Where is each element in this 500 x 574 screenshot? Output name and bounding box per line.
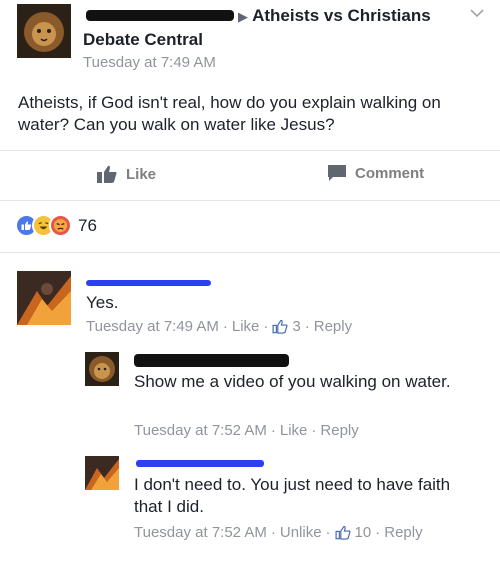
reply-like-button[interactable]: Like (280, 422, 308, 439)
reply-timestamp[interactable]: Tuesday at 7:52 AM (134, 524, 267, 541)
group-name-link[interactable]: Atheists vs Christians (252, 6, 431, 25)
comment-like-count[interactable]: 3 (292, 318, 300, 335)
reply-text: I don't need to. You just need to have f… (134, 475, 451, 516)
separator: · (270, 422, 276, 439)
reply-reply-button[interactable]: Reply (384, 524, 422, 541)
separator: · (263, 318, 269, 335)
separator: · (304, 318, 310, 335)
redacted-reply-author (136, 460, 264, 467)
divider (0, 252, 500, 253)
divider (0, 200, 500, 201)
thumbs-up-outline-icon (272, 319, 288, 334)
like-label: Like (126, 165, 157, 183)
like-button[interactable]: Like (96, 164, 156, 184)
comment-label: Comment (355, 164, 425, 182)
reply-avatar[interactable] (85, 456, 119, 490)
angry-reaction-icon (49, 214, 72, 237)
group-avatar[interactable] (17, 4, 71, 58)
arrow-right-icon: ▶ (238, 9, 248, 24)
separator: · (270, 524, 276, 541)
redacted-commenter-name (86, 280, 211, 286)
post-text: Atheists, if God isn't real, how do you … (18, 93, 441, 134)
separator: · (222, 318, 228, 335)
reply-meta: Tuesday at 7:52 AM · Unlike · 10 · Reply (134, 524, 423, 541)
post-timestamp[interactable]: Tuesday at 7:49 AM (83, 54, 216, 71)
separator: · (375, 524, 381, 541)
group-name-line2[interactable]: Debate Central (83, 30, 203, 50)
redacted-author-name (86, 10, 234, 21)
comment-icon (328, 165, 346, 181)
reply-like-count[interactable]: 10 (355, 524, 372, 541)
reply-text: Show me a video of you walking on water. (134, 372, 451, 391)
group-title[interactable]: ▶ Atheists vs Christians (238, 6, 431, 26)
reaction-count: 76 (78, 215, 97, 235)
reply-timestamp[interactable]: Tuesday at 7:52 AM (134, 422, 267, 439)
chevron-down-icon[interactable] (470, 5, 484, 21)
reply-reply-button[interactable]: Reply (320, 422, 358, 439)
thumbs-up-icon (97, 165, 117, 183)
reactions-summary[interactable]: 76 (15, 214, 97, 237)
reply-avatar[interactable] (85, 352, 119, 386)
divider (0, 150, 500, 151)
thumbs-up-outline-icon (335, 525, 351, 540)
comment-reply-button[interactable]: Reply (314, 318, 352, 335)
separator: · (311, 422, 317, 439)
comment-meta: Tuesday at 7:49 AM · Like · 3 · Reply (86, 318, 352, 335)
redacted-reply-author (134, 354, 289, 367)
reply-meta: Tuesday at 7:52 AM · Like · Reply (134, 422, 359, 439)
comment-button[interactable]: Comment (327, 164, 424, 182)
separator: · (325, 524, 331, 541)
commenter-avatar[interactable] (17, 271, 71, 325)
comment-timestamp[interactable]: Tuesday at 7:49 AM (86, 318, 219, 335)
reply-unlike-button[interactable]: Unlike (280, 524, 322, 541)
comment-like-button[interactable]: Like (232, 318, 260, 335)
comment-text: Yes. (86, 293, 119, 312)
